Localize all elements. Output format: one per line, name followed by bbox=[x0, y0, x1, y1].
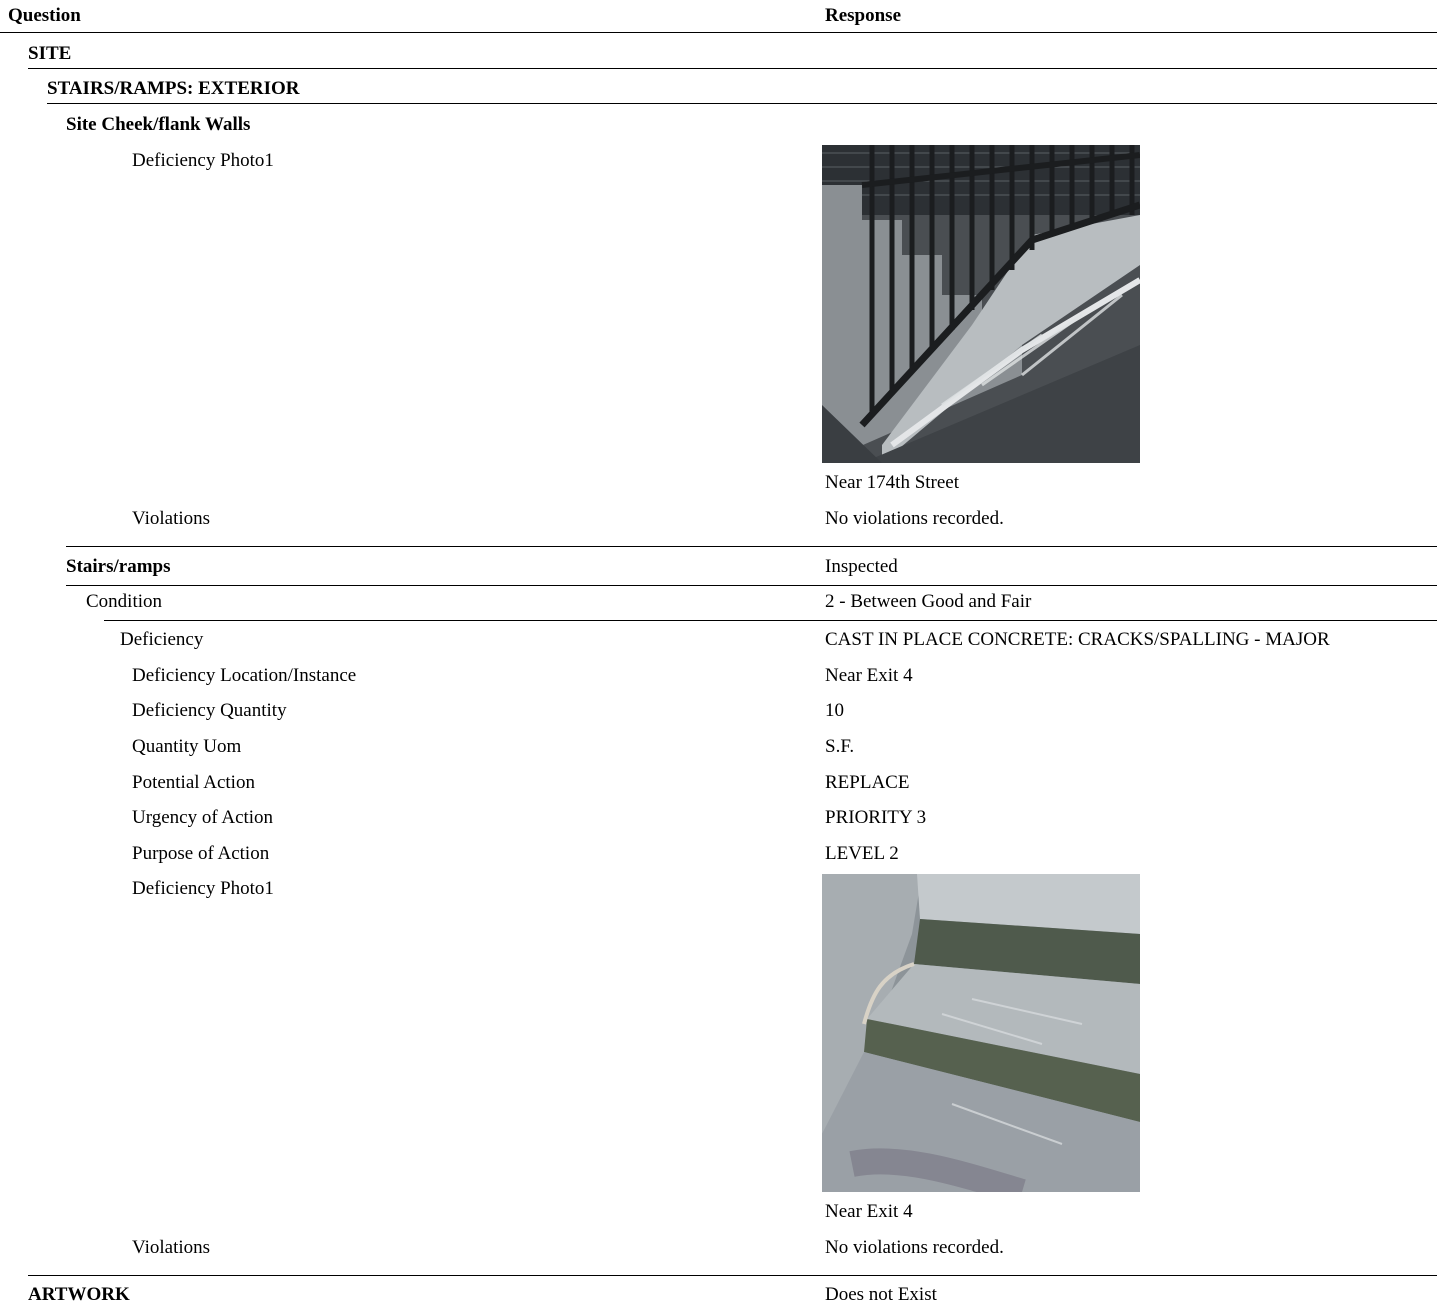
field-value: REPLACE bbox=[825, 772, 910, 793]
field-label: Urgency of Action bbox=[132, 807, 274, 828]
condition-label: Condition bbox=[86, 591, 163, 612]
site-divider bbox=[28, 68, 1437, 69]
field-value: PRIORITY 3 bbox=[825, 807, 927, 828]
stairs-ramps-divider bbox=[66, 585, 1437, 586]
question-column-header: Question bbox=[8, 5, 81, 26]
deficiency-value: CAST IN PLACE CONCRETE: CRACKS/SPALLING … bbox=[825, 629, 1330, 650]
field-label: Deficiency Location/Instance bbox=[132, 665, 357, 686]
cheek-walls-divider bbox=[66, 546, 1437, 547]
photo-caption: Near Exit 4 bbox=[825, 1201, 913, 1222]
section-title-artwork: ARTWORK bbox=[28, 1284, 130, 1305]
violations-label: Violations bbox=[132, 1237, 211, 1258]
subsection-title-stairs-exterior: STAIRS/RAMPS: EXTERIOR bbox=[47, 78, 300, 99]
violations-value: No violations recorded. bbox=[825, 508, 1004, 529]
group-title-cheek-walls: Site Cheek/flank Walls bbox=[66, 114, 251, 135]
deficiency-photo-label: Deficiency Photo1 bbox=[132, 878, 274, 899]
deficiency-photo-label: Deficiency Photo1 bbox=[132, 150, 274, 171]
field-label: Purpose of Action bbox=[132, 843, 270, 864]
stairs-exterior-divider bbox=[47, 103, 1437, 104]
condition-value: 2 - Between Good and Fair bbox=[825, 591, 1032, 612]
artwork-value: Does not Exist bbox=[825, 1284, 937, 1305]
field-label: Quantity Uom bbox=[132, 736, 242, 757]
field-label: Deficiency Quantity bbox=[132, 700, 287, 721]
field-value: S.F. bbox=[825, 736, 855, 757]
header-divider bbox=[0, 32, 1437, 33]
section-title-site: SITE bbox=[28, 43, 72, 64]
stairs-section-end-divider bbox=[28, 1275, 1437, 1276]
violations-value: No violations recorded. bbox=[825, 1237, 1004, 1258]
field-value: 10 bbox=[825, 700, 844, 721]
response-column-header: Response bbox=[825, 5, 902, 26]
field-value: LEVEL 2 bbox=[825, 843, 899, 864]
deficiency-photo-stairs bbox=[822, 874, 1140, 1192]
condition-divider bbox=[104, 620, 1437, 621]
deficiency-label: Deficiency bbox=[120, 629, 204, 650]
violations-label: Violations bbox=[132, 508, 211, 529]
group-title-stairs-ramps: Stairs/ramps bbox=[66, 556, 171, 577]
deficiency-photo-cheek-wall bbox=[822, 145, 1140, 463]
field-label: Potential Action bbox=[132, 772, 255, 793]
stairs-ramps-status: Inspected bbox=[825, 556, 898, 577]
field-value: Near Exit 4 bbox=[825, 665, 913, 686]
photo-caption: Near 174th Street bbox=[825, 472, 960, 493]
